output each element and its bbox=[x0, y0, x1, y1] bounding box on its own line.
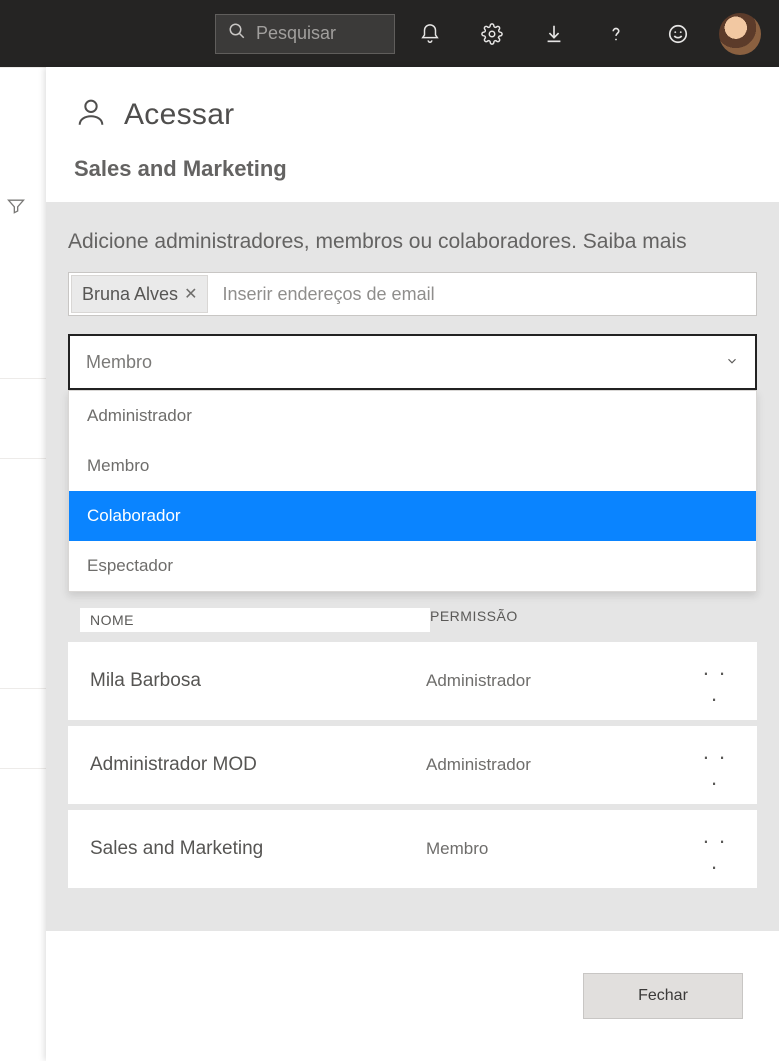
avatar[interactable] bbox=[719, 13, 761, 55]
chip-label: Bruna Alves bbox=[82, 284, 178, 305]
member-list: Mila BarbosaAdministrador. . .Administra… bbox=[68, 642, 757, 888]
more-icon[interactable]: . . . bbox=[695, 823, 735, 875]
page-title: Acessar bbox=[124, 98, 234, 132]
download-icon[interactable] bbox=[527, 7, 581, 61]
access-panel: Acessar Sales and Marketing Adicione adm… bbox=[46, 67, 779, 1061]
role-option[interactable]: Colaborador bbox=[69, 491, 756, 541]
panel-header: Acessar Sales and Marketing bbox=[46, 67, 779, 202]
chevron-down-icon bbox=[725, 352, 739, 373]
member-permission: Administrador bbox=[426, 671, 695, 691]
search-box[interactable] bbox=[215, 14, 395, 54]
settings-icon[interactable] bbox=[465, 7, 519, 61]
feedback-icon[interactable] bbox=[651, 7, 705, 61]
role-option[interactable]: Espectador bbox=[69, 541, 756, 591]
person-chip: Bruna Alves ✕ bbox=[71, 275, 208, 313]
person-icon bbox=[74, 95, 108, 134]
topbar bbox=[0, 0, 779, 67]
workspace-name: Sales and Marketing bbox=[74, 156, 751, 182]
role-option[interactable]: Administrador bbox=[69, 391, 756, 441]
email-input[interactable] bbox=[210, 273, 756, 315]
helper-text: Adicione administradores, membros ou col… bbox=[68, 230, 757, 254]
more-icon[interactable]: . . . bbox=[695, 655, 735, 707]
filter-icon bbox=[6, 196, 26, 221]
column-permission: PERMISSÃO bbox=[430, 608, 751, 632]
member-name: Sales and Marketing bbox=[90, 838, 426, 860]
left-rail bbox=[0, 67, 46, 1061]
member-row: Administrador MODAdministrador. . . bbox=[68, 726, 757, 804]
member-row: Sales and MarketingMembro. . . bbox=[68, 810, 757, 888]
help-icon[interactable] bbox=[589, 7, 643, 61]
member-row: Mila BarbosaAdministrador. . . bbox=[68, 642, 757, 720]
member-name: Mila Barbosa bbox=[90, 670, 426, 692]
panel-footer: Fechar bbox=[46, 931, 779, 1061]
search-icon bbox=[228, 22, 246, 45]
role-dropdown: AdministradorMembroColaboradorEspectador bbox=[68, 390, 757, 592]
notifications-icon[interactable] bbox=[403, 7, 457, 61]
close-button[interactable]: Fechar bbox=[583, 973, 743, 1019]
role-select-value: Membro bbox=[86, 352, 152, 373]
people-input[interactable]: Bruna Alves ✕ bbox=[68, 272, 757, 316]
member-permission: Administrador bbox=[426, 755, 695, 775]
more-icon[interactable]: . . . bbox=[695, 739, 735, 791]
member-permission: Membro bbox=[426, 839, 695, 859]
table-header: NOME PERMISSÃO bbox=[68, 608, 757, 632]
role-select-box[interactable]: Membro bbox=[68, 334, 757, 390]
role-option[interactable]: Membro bbox=[69, 441, 756, 491]
role-select: Membro AdministradorMembroColaboradorEsp… bbox=[68, 334, 757, 390]
chip-remove-icon[interactable]: ✕ bbox=[184, 284, 197, 304]
member-name: Administrador MOD bbox=[90, 754, 426, 776]
panel-body: Adicione administradores, membros ou col… bbox=[46, 202, 779, 931]
column-name: NOME bbox=[80, 608, 430, 632]
